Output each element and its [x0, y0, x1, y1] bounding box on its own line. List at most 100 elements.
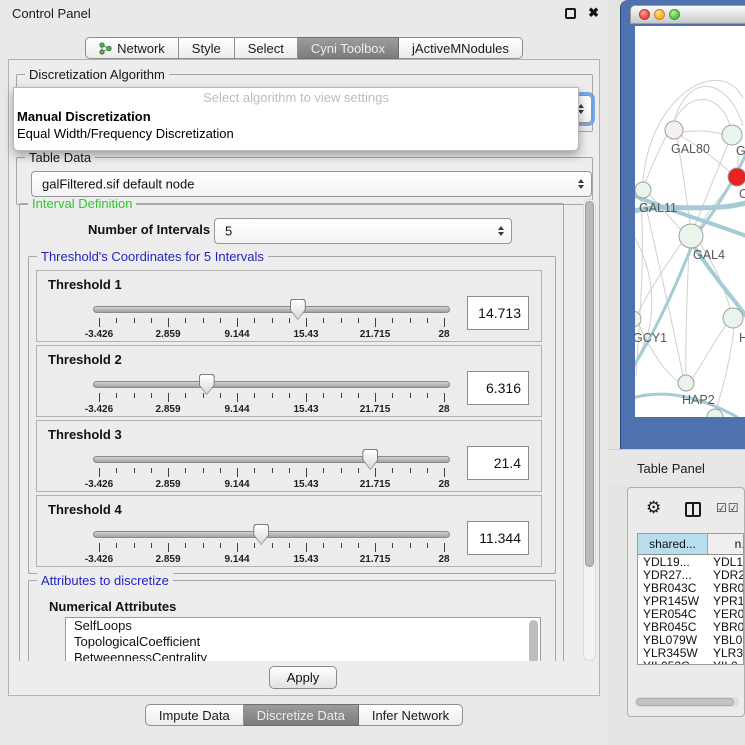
threshold-slider-track[interactable]: [93, 381, 450, 388]
table-panel-title: Table Panel: [637, 461, 705, 476]
algorithm-option-manual-discretization[interactable]: Manual Discretization: [14, 108, 578, 125]
network-node-gal80[interactable]: [665, 121, 683, 139]
threshold-slider-thumb[interactable]: [290, 299, 306, 320]
tick-mark: [237, 318, 238, 327]
tick-mark: [375, 543, 376, 552]
tick-mark: [220, 393, 221, 398]
column-header-shared-name[interactable]: shared...: [638, 534, 708, 554]
tick-mark: [99, 468, 100, 477]
table-row[interactable]: YDL19...YDL1...: [638, 555, 743, 568]
close-traffic-light-icon[interactable]: [639, 9, 650, 20]
threshold-slider-track[interactable]: [93, 456, 450, 463]
table-cell-shared-name: YLR345W: [638, 646, 708, 660]
tick-mark: [410, 318, 411, 323]
threshold-slider-thumb[interactable]: [199, 374, 215, 395]
scrollbar-thumb[interactable]: [636, 698, 734, 706]
threshold-slider-thumb[interactable]: [253, 524, 269, 545]
tab-select[interactable]: Select: [235, 37, 298, 59]
control-panel: Control Panel ✖ NetworkStyleSelectCyni T…: [0, 0, 608, 745]
table-cell-shared-name: YBR045C: [638, 620, 708, 634]
interval-definition-title: Interval Definition: [28, 199, 136, 211]
list-scrollbar[interactable]: [529, 620, 538, 661]
tab-style[interactable]: Style: [179, 37, 235, 59]
control-panel-titlebar: Control Panel ✖: [0, 0, 608, 26]
number-of-intervals-combobox[interactable]: 5: [214, 218, 512, 244]
tick-mark: [203, 468, 204, 473]
network-node-gal11[interactable]: [635, 182, 651, 198]
network-edge-highlighted: [635, 248, 691, 372]
tick-mark: [375, 393, 376, 402]
float-panel-icon[interactable]: [565, 8, 576, 19]
attribute-list-item[interactable]: TopologicalCoefficient: [66, 634, 540, 650]
apply-button[interactable]: Apply: [269, 666, 337, 689]
tick-mark: [116, 468, 117, 473]
table-row[interactable]: YPR145WYPR1...: [638, 594, 743, 607]
split-columns-icon[interactable]: [685, 502, 701, 517]
combo-stepper-icon: [578, 179, 584, 189]
tab-infer-network-label: Infer Network: [372, 708, 449, 723]
tick-mark: [203, 318, 204, 323]
table-row[interactable]: YBR043CYBR0...: [638, 581, 743, 594]
network-node-c[interactable]: [728, 168, 745, 186]
tick-mark: [134, 393, 135, 398]
network-canvas[interactable]: GAL80GACGAL11GAL4GCY1HHAP2: [635, 26, 745, 417]
tick-mark: [392, 393, 393, 398]
table-cell-name: YDL1...: [708, 555, 744, 569]
tick-mark: [444, 543, 445, 552]
attribute-list-item[interactable]: SelfLoops: [66, 618, 540, 634]
axis-label: 15.43: [293, 404, 318, 415]
network-node-hap2[interactable]: [678, 375, 694, 391]
minimize-traffic-light-icon[interactable]: [654, 9, 665, 20]
table-cell-shared-name: YDL19...: [638, 555, 708, 569]
network-node-ga[interactable]: [722, 125, 742, 145]
tab-network[interactable]: Network: [85, 37, 179, 59]
table-panel-titlebar: Table Panel: [609, 449, 745, 486]
threshold-slider-track[interactable]: [93, 531, 450, 538]
network-edge: [682, 131, 722, 134]
table-row[interactable]: YDR27...YDR2...: [638, 568, 743, 581]
table-row[interactable]: YIL052CYIL0...: [638, 659, 743, 665]
table-row[interactable]: YER054CYER0...: [638, 607, 743, 620]
slider-thumb-face: [363, 450, 377, 469]
zoom-traffic-light-icon[interactable]: [669, 9, 680, 20]
tick-mark: [427, 468, 428, 473]
tab-jactivemnodules[interactable]: jActiveMNodules: [399, 37, 523, 59]
table-row[interactable]: YLR345WYLR3...: [638, 646, 743, 659]
threshold-value-field[interactable]: 11.344: [467, 521, 529, 555]
select-columns-icon[interactable]: ☑☑: [716, 501, 740, 515]
network-node-gal4[interactable]: [679, 224, 703, 248]
tick-mark: [151, 393, 152, 398]
tick-mark: [375, 468, 376, 477]
tick-mark: [306, 468, 307, 477]
table-data-combobox[interactable]: galFiltered.sif default node: [31, 171, 592, 197]
axis-label: 9.144: [224, 479, 249, 490]
panel-vertical-scrollbar[interactable]: [583, 199, 596, 661]
tab-cyni-toolbox[interactable]: Cyni Toolbox: [298, 37, 399, 59]
threshold-value-field[interactable]: 6.316: [467, 371, 529, 405]
scrollbar-thumb[interactable]: [585, 201, 594, 567]
table-row[interactable]: YBR045CYBR0...: [638, 620, 743, 633]
network-node-h[interactable]: [723, 308, 743, 328]
slider-axis-labels: -3.4262.8599.14415.4321.71528: [99, 554, 444, 566]
tab-discretize-data[interactable]: Discretize Data: [244, 704, 359, 726]
threshold-value-field[interactable]: 21.4: [467, 446, 529, 480]
tick-mark: [272, 318, 273, 323]
table-horizontal-scrollbar[interactable]: [635, 697, 739, 707]
tick-mark: [185, 393, 186, 398]
tab-impute-data[interactable]: Impute Data: [145, 704, 244, 726]
tab-impute-data-label: Impute Data: [159, 708, 230, 723]
tick-mark: [410, 543, 411, 548]
threshold-value-field[interactable]: 14.713: [467, 296, 529, 330]
table-row[interactable]: YBL079WYBL0...: [638, 633, 743, 646]
threshold-slider-thumb[interactable]: [362, 449, 378, 470]
column-header-name[interactable]: n...: [708, 534, 744, 554]
network-edge: [645, 135, 667, 183]
threshold-slider-track[interactable]: [93, 306, 450, 313]
algorithm-option-equal-width-frequency[interactable]: Equal Width/Frequency Discretization: [14, 125, 578, 142]
close-icon[interactable]: ✖: [588, 5, 599, 21]
tick-mark: [237, 393, 238, 402]
attribute-list-item[interactable]: BetweennessCentrality: [66, 650, 540, 661]
node-label: GCY1: [635, 331, 667, 345]
tab-infer-network[interactable]: Infer Network: [359, 704, 463, 726]
gear-icon[interactable]: ⚙: [646, 498, 661, 518]
